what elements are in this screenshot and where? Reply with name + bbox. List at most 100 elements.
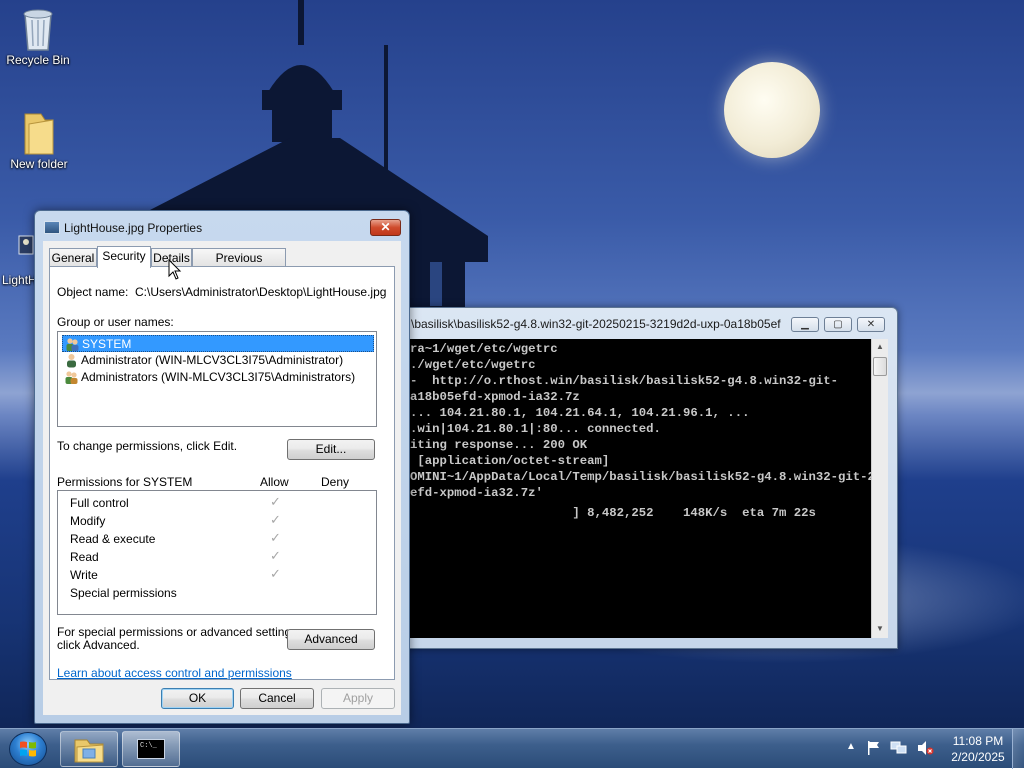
permission-row: Full control ✓ bbox=[70, 494, 370, 512]
cancel-button[interactable]: Cancel bbox=[240, 688, 314, 709]
scroll-up-icon[interactable]: ▲ bbox=[876, 342, 884, 351]
permissions-list[interactable]: Full control ✓ Modify ✓ Read & execute ✓… bbox=[57, 490, 377, 615]
access-control-help-link[interactable]: Learn about access control and permissio… bbox=[57, 666, 292, 680]
desktop-icon-lighthouse[interactable]: LightH bbox=[0, 226, 35, 287]
user-name: Administrator (WIN-MLCV3CL3I75\Administr… bbox=[81, 353, 344, 367]
allow-check-icon: ✓ bbox=[270, 494, 281, 509]
console-scrollbar[interactable]: ▲ ▼ bbox=[871, 339, 888, 638]
console-line-11: ] 8,482,252 148K/s eta 7m 22s bbox=[410, 506, 816, 520]
show-desktop-button[interactable] bbox=[1012, 729, 1024, 769]
close-icon: ✕ bbox=[866, 319, 876, 330]
permission-name: Read & execute bbox=[70, 532, 156, 546]
permissions-for-label: Permissions for SYSTEM bbox=[57, 475, 193, 489]
console-icon: C:\_ bbox=[137, 739, 165, 759]
show-hidden-icons-icon[interactable]: ▲ bbox=[846, 741, 856, 752]
desktop-icon-new-folder[interactable]: New folder bbox=[1, 110, 77, 171]
console-line-3: a18b05efd-xpmod-ia32.7z bbox=[410, 390, 580, 404]
permission-row: Read & execute ✓ bbox=[70, 530, 370, 548]
close-button[interactable]: ✕ bbox=[370, 219, 401, 236]
console-line-9: efd-xpmod-ia32.7z' bbox=[410, 486, 543, 500]
minimize-button[interactable]: ▁ bbox=[791, 317, 819, 332]
allow-check-icon: ✓ bbox=[270, 512, 281, 527]
windows-logo-icon bbox=[20, 741, 36, 757]
console-title: \basilisk\basilisk52-g4.8.win32-git-2025… bbox=[411, 317, 781, 331]
tab-general[interactable]: General bbox=[49, 248, 97, 266]
mouse-cursor-icon bbox=[168, 259, 182, 280]
permission-name: Write bbox=[70, 568, 98, 582]
permission-row: Write ✓ bbox=[70, 566, 370, 584]
taskbar-console-button[interactable]: C:\_ bbox=[122, 731, 180, 767]
user-list[interactable]: SYSTEM Administrator (WIN-MLCV3CL3I75\Ad… bbox=[57, 331, 377, 427]
permission-row: Special permissions bbox=[70, 584, 370, 602]
console-line-8: OMINI~1/AppData/Local/Temp/basilisk/basi… bbox=[410, 470, 871, 484]
recycle-bin-icon bbox=[18, 6, 58, 51]
start-button[interactable] bbox=[9, 732, 47, 766]
minimize-icon: ▁ bbox=[801, 319, 809, 330]
image-file-icon bbox=[15, 226, 35, 270]
network-icon[interactable] bbox=[890, 740, 908, 756]
object-name-label: Object name: bbox=[57, 285, 129, 299]
close-icon: ✕ bbox=[380, 220, 391, 234]
change-permissions-text: To change permissions, click Edit. bbox=[57, 439, 238, 453]
desktop-icon-label: New folder bbox=[10, 157, 68, 171]
tab-previous-versions[interactable]: Previous Versions bbox=[192, 248, 286, 283]
console-window[interactable]: \basilisk\basilisk52-g4.8.win32-git-2025… bbox=[392, 307, 898, 649]
clock-time[interactable]: 11:08 PM bbox=[946, 734, 1010, 748]
maximize-button[interactable]: ▢ bbox=[824, 317, 852, 332]
taskbar-explorer-button[interactable] bbox=[60, 731, 118, 767]
users-group-icon bbox=[65, 337, 80, 352]
folder-icon bbox=[74, 739, 104, 763]
security-panel: Object name: C:\Users\Administrator\Desk… bbox=[49, 266, 395, 680]
console-line-2: - http://o.rthost.win/basilisk/basilisk5… bbox=[410, 374, 839, 388]
object-name-value: C:\Users\Administrator\Desktop\LightHous… bbox=[135, 285, 387, 299]
allow-header: Allow bbox=[260, 475, 289, 489]
edit-button[interactable]: Edit... bbox=[287, 439, 375, 460]
console-line-0: ra~1/wget/etc/wgetrc bbox=[410, 342, 558, 356]
user-name: SYSTEM bbox=[82, 337, 132, 351]
desktop-icon-recycle-bin[interactable]: Recycle Bin bbox=[0, 6, 76, 67]
allow-check-icon: ✓ bbox=[270, 566, 281, 581]
group-names-label: Group or user names: bbox=[57, 315, 174, 329]
permission-row: Read ✓ bbox=[70, 548, 370, 566]
permission-name: Read bbox=[70, 550, 99, 564]
maximize-icon: ▢ bbox=[833, 319, 843, 330]
user-row-system[interactable]: SYSTEM bbox=[62, 335, 374, 352]
allow-check-icon: ✓ bbox=[270, 548, 281, 563]
permission-name: Full control bbox=[70, 496, 129, 510]
folder-icon bbox=[19, 110, 59, 155]
console-icon-text: C:\_ bbox=[140, 742, 157, 750]
user-row-administrators[interactable]: Administrators (WIN-MLCV3CL3I75\Administ… bbox=[62, 369, 374, 386]
tab-security[interactable]: Security bbox=[97, 246, 151, 268]
close-button[interactable]: ✕ bbox=[857, 317, 885, 332]
dialog-title: LightHouse.jpg Properties bbox=[64, 221, 203, 235]
console-line-5: .win|104.21.80.1|:80... connected. bbox=[410, 422, 661, 436]
action-center-flag-icon[interactable] bbox=[866, 740, 882, 756]
dialog-client: General Security Details Previous Versio… bbox=[43, 241, 401, 715]
console-line-1: ./wget/etc/wgetrc bbox=[410, 358, 536, 372]
taskbar: C:\_ ▲ 11:08 PM 2/20/2025 bbox=[0, 728, 1024, 769]
users-group-icon bbox=[64, 370, 79, 385]
console-line-4: ... 104.21.80.1, 104.21.64.1, 104.21.96.… bbox=[410, 406, 750, 420]
user-row-administrator[interactable]: Administrator (WIN-MLCV3CL3I75\Administr… bbox=[62, 352, 374, 369]
special-permissions-text-2: click Advanced. bbox=[57, 638, 140, 652]
desktop-icon-label: LightH bbox=[2, 273, 35, 287]
permission-name: Special permissions bbox=[70, 586, 177, 600]
desktop-icon-label: Recycle Bin bbox=[6, 53, 70, 67]
deny-header: Deny bbox=[321, 475, 350, 489]
clock-date[interactable]: 2/20/2025 bbox=[946, 750, 1010, 764]
volume-muted-icon[interactable] bbox=[916, 740, 934, 756]
allow-check-icon: ✓ bbox=[270, 530, 281, 545]
system-tray: ▲ 11:08 PM 2/20/2025 bbox=[840, 729, 1024, 769]
scrollbar-thumb[interactable] bbox=[873, 357, 887, 376]
user-icon bbox=[64, 353, 79, 368]
ok-button[interactable]: OK bbox=[161, 688, 234, 709]
console-output[interactable]: ra~1/wget/etc/wgetrc ./wget/etc/wgetrc -… bbox=[410, 339, 871, 638]
scroll-down-icon[interactable]: ▼ bbox=[876, 624, 884, 633]
console-line-7: [application/octet-stream] bbox=[410, 454, 610, 468]
console-line-6: iting response... 200 OK bbox=[410, 438, 588, 452]
apply-button[interactable]: Apply bbox=[321, 688, 395, 709]
permission-row: Modify ✓ bbox=[70, 512, 370, 530]
properties-dialog[interactable]: LightHouse.jpg Properties ✕ General Secu… bbox=[34, 210, 410, 724]
advanced-button[interactable]: Advanced bbox=[287, 629, 375, 650]
image-file-icon bbox=[44, 221, 60, 234]
